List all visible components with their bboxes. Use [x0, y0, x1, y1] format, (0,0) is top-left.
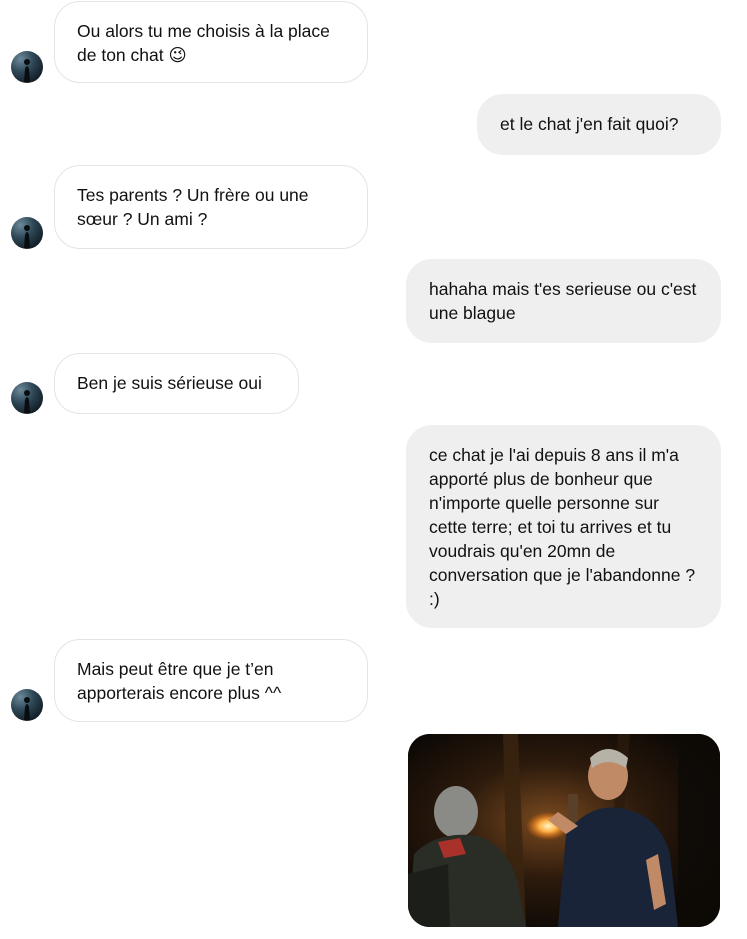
contact-avatar[interactable] [11, 382, 43, 414]
outgoing-photo-message[interactable] [408, 734, 720, 927]
message-text: Ben je suis sérieuse oui [77, 373, 262, 393]
message-text: hahaha mais t'es serieuse ou c'est une b… [429, 279, 697, 323]
message-text: et le chat j'en fait quoi? [500, 114, 679, 134]
photo-two-men-torch-night [408, 734, 720, 927]
outgoing-message-bubble[interactable]: hahaha mais t'es serieuse ou c'est une b… [406, 259, 721, 343]
incoming-message-bubble[interactable]: Ou alors tu me choisis à la place de ton… [54, 1, 368, 83]
message-text: Tes parents ? Un frère ou une sœur ? Un … [77, 185, 309, 229]
incoming-message-bubble[interactable]: Tes parents ? Un frère ou une sœur ? Un … [54, 165, 368, 249]
contact-avatar[interactable] [11, 51, 43, 83]
incoming-message-bubble[interactable]: Mais peut être que je t’en apporterais e… [54, 639, 368, 722]
outgoing-message-bubble[interactable]: et le chat j'en fait quoi? [477, 94, 721, 155]
contact-avatar[interactable] [11, 217, 43, 249]
message-text: ce chat je l'ai depuis 8 ans il m'a appo… [429, 445, 696, 609]
incoming-message-bubble[interactable]: Ben je suis sérieuse oui [54, 353, 299, 414]
message-text: Mais peut être que je t’en apporterais e… [77, 659, 282, 703]
outgoing-message-bubble[interactable]: ce chat je l'ai depuis 8 ans il m'a appo… [406, 425, 721, 628]
message-thread: Ou alors tu me choisis à la place de ton… [0, 0, 747, 939]
contact-avatar[interactable] [11, 689, 43, 721]
message-text: Ou alors tu me choisis à la place de ton… [77, 21, 330, 65]
